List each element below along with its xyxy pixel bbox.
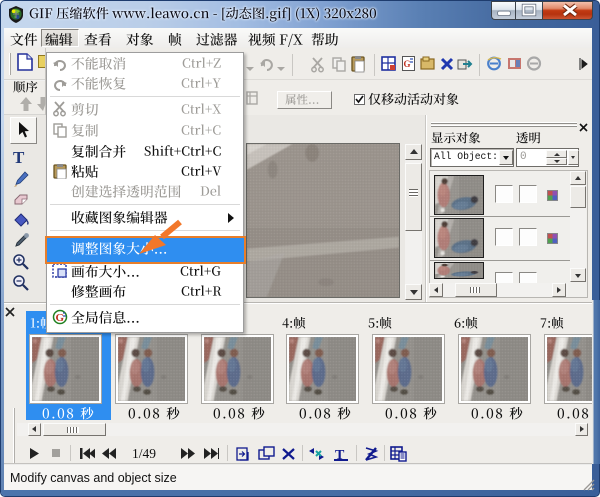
svg-text:G: G (404, 59, 411, 69)
svg-text:G: G (56, 312, 65, 324)
